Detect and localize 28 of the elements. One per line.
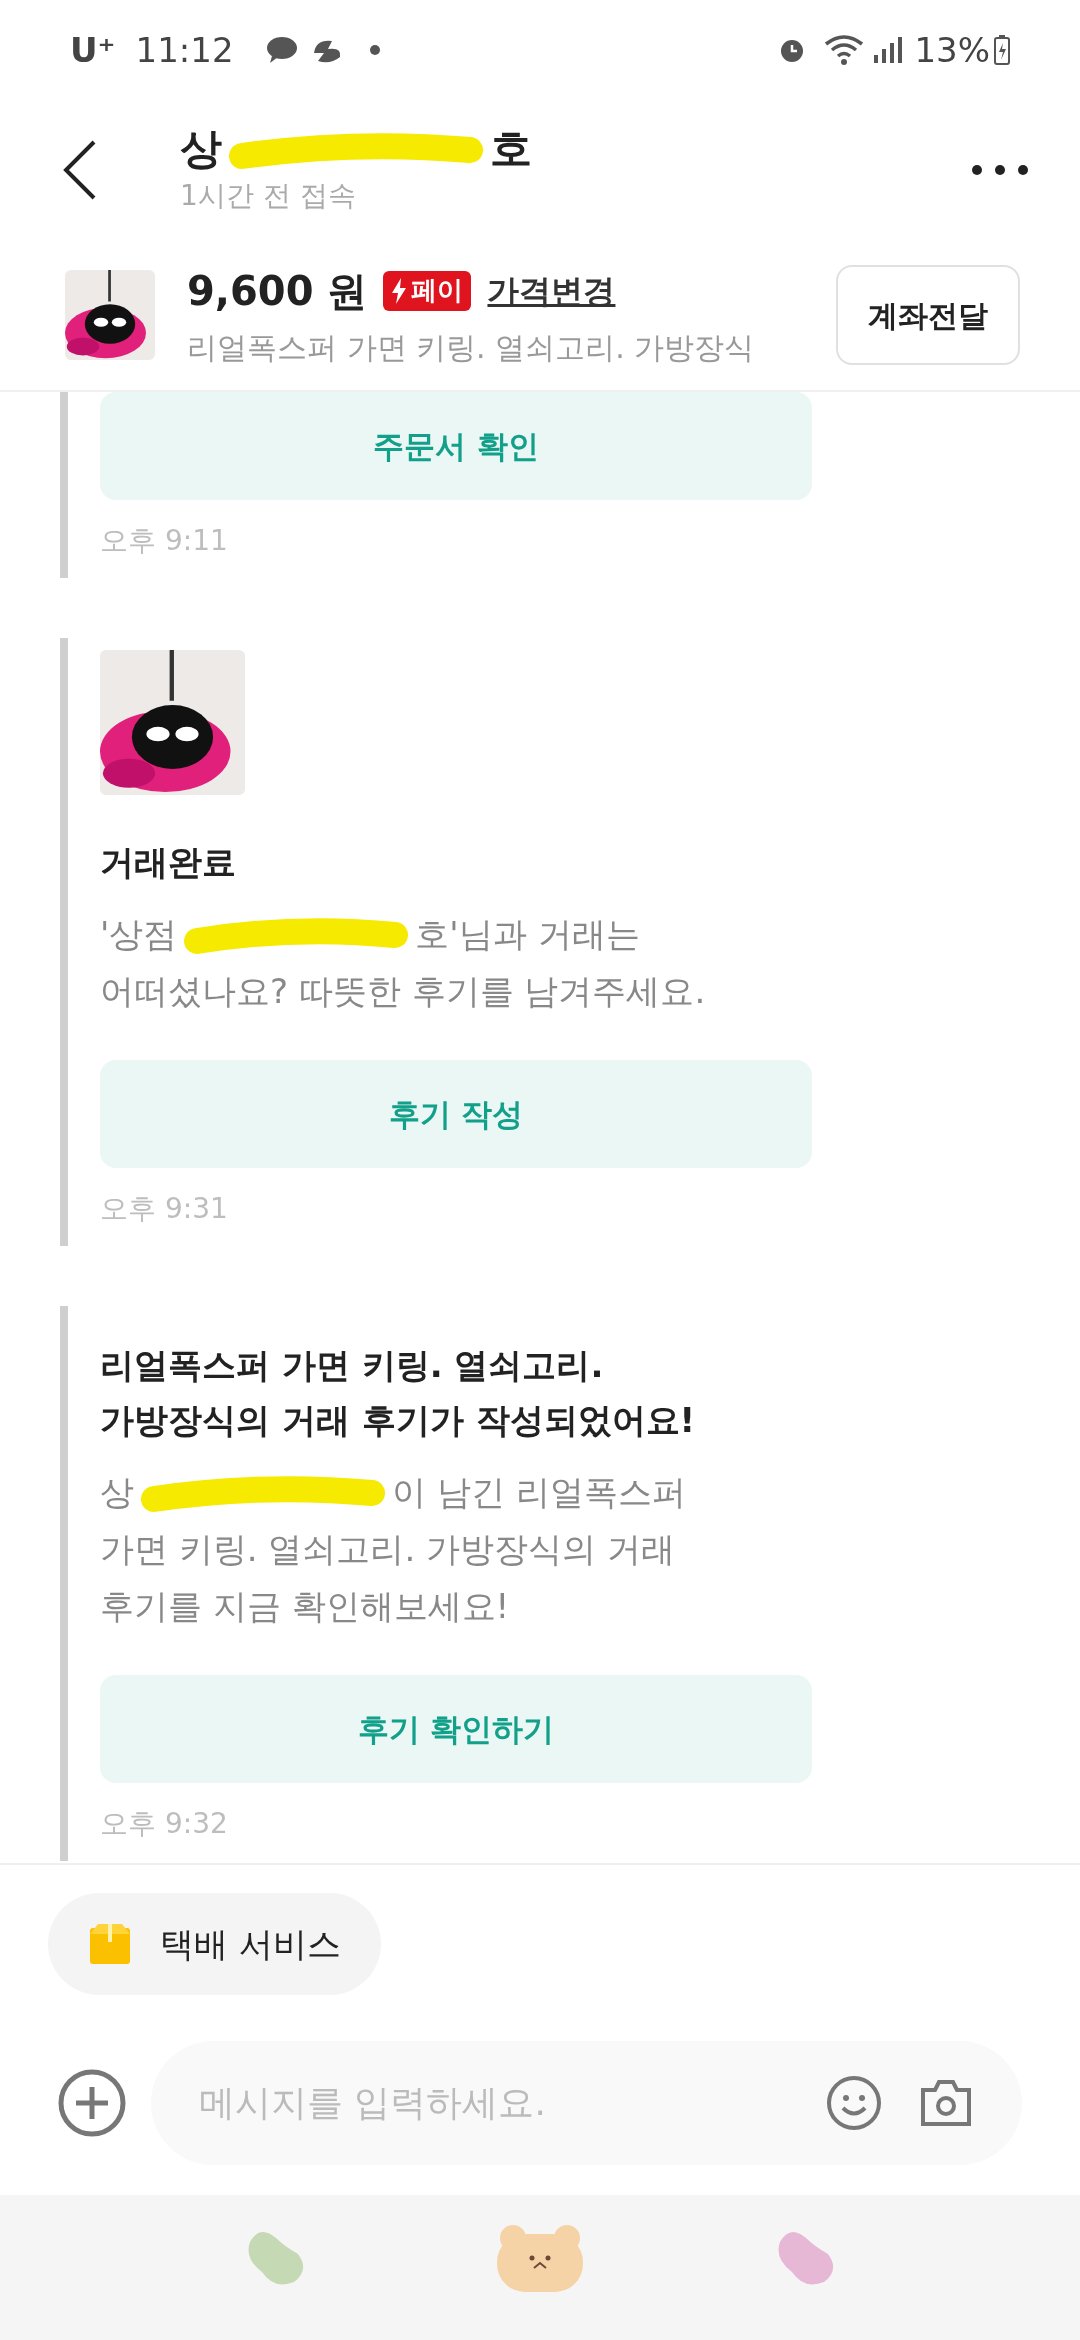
message-time: 오후 9:31 — [100, 1191, 229, 1227]
message-body: '상점 호'님과 거래는 어떠셨나요? 따뜻한 후기를 남겨주세요. — [100, 913, 707, 1013]
delivery-service-chip[interactable]: 택배 서비스 — [48, 1893, 381, 1995]
price-change-link[interactable]: 가격변경 — [487, 266, 616, 315]
wifi-icon — [824, 34, 865, 66]
emoji-icon[interactable] — [826, 2074, 882, 2131]
last-seen: 1시간 전 접속 — [180, 178, 357, 214]
message-title: 거래완료 — [100, 841, 237, 884]
signal-icon — [872, 35, 903, 65]
account-transfer-button[interactable]: 계좌전달 — [836, 265, 1020, 365]
package-icon — [88, 1922, 132, 1966]
message-time: 오후 9:32 — [100, 1806, 229, 1842]
product-name: 리얼폭스퍼 가면 키링. 열쇠고리. 가방장식 — [187, 328, 756, 367]
more-icon[interactable] — [970, 163, 1030, 177]
message-body: 상 이 남긴 리얼폭스퍼 가면 키링. 열쇠고리. 가방장식의 거래 후기를 지금 확인해보세요! — [100, 1471, 687, 1628]
carrier: U⁺ — [70, 28, 116, 72]
chat-title: 상 호 — [180, 123, 533, 175]
battery-icon — [994, 35, 1010, 65]
pay-badge: 페이 — [383, 270, 472, 311]
message-input[interactable]: 메시지를 입력하세요. — [151, 2040, 1022, 2165]
camera-icon[interactable] — [920, 2077, 972, 2128]
price: 9,600 원 — [187, 266, 368, 316]
chat-bubble-icon — [265, 36, 298, 64]
battery-percent: 13% — [914, 28, 990, 72]
clock: 11:12 — [135, 28, 234, 72]
message-time: 오후 9:11 — [100, 523, 229, 559]
add-icon[interactable] — [58, 2068, 126, 2137]
message-title: 리얼폭스퍼 가면 키링. 열쇠고리. 가방장식의 거래 후기가 작성되었어요! — [100, 1344, 697, 1442]
